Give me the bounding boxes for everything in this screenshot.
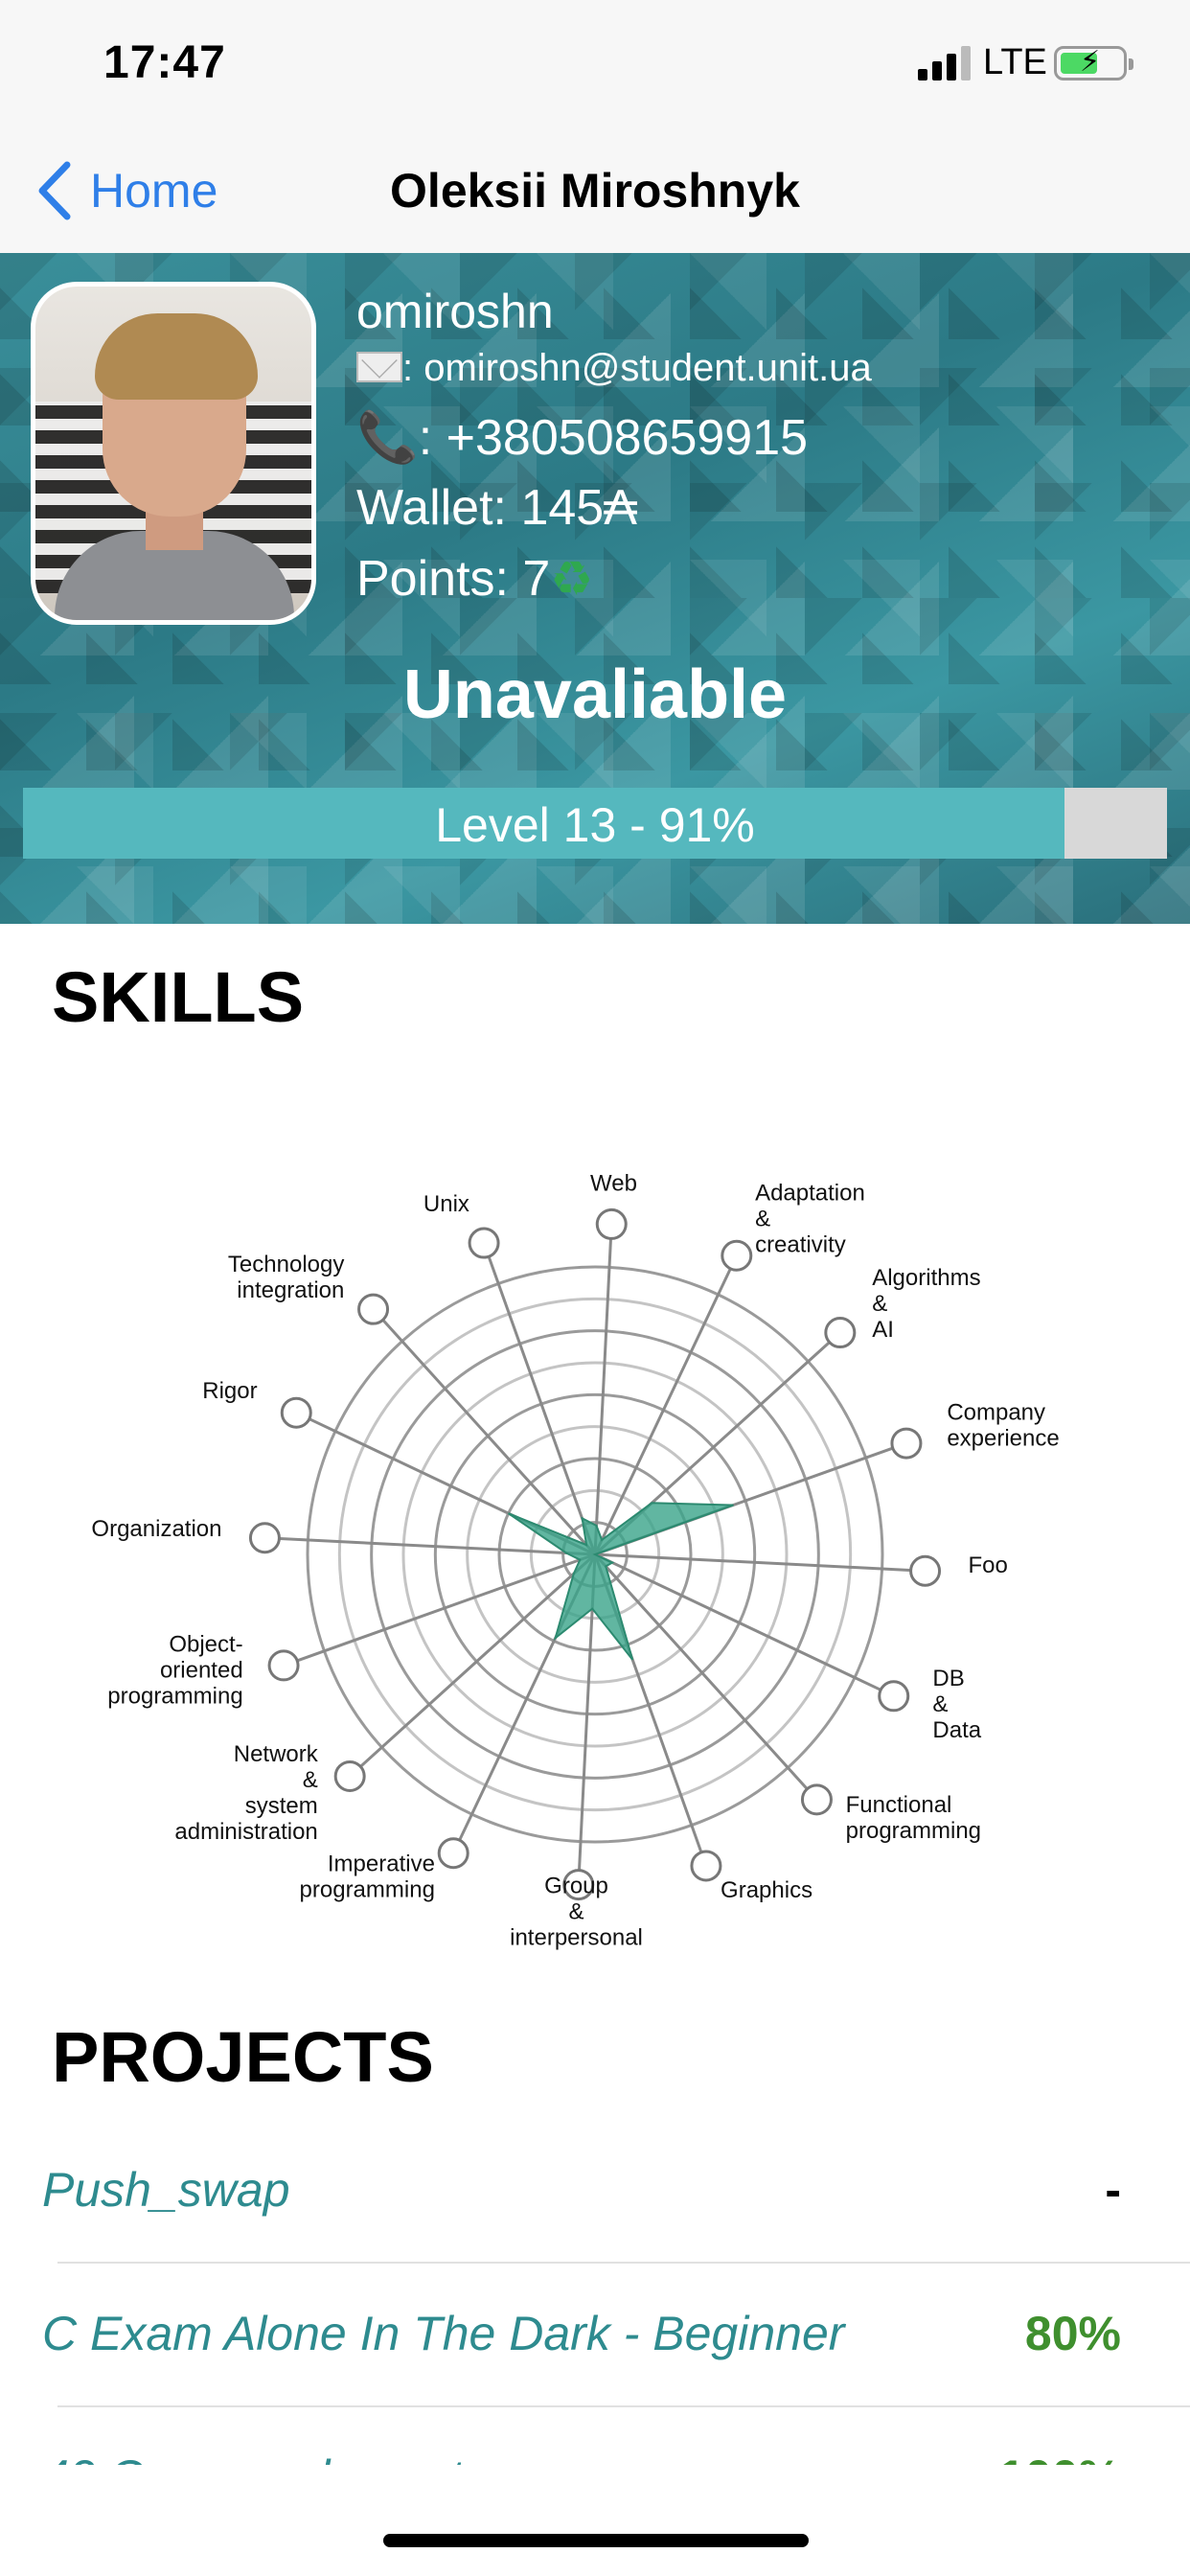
envelope-icon xyxy=(356,352,402,382)
radar-axis-label: Web xyxy=(590,1170,637,1196)
radar-axis-handle xyxy=(468,1227,500,1259)
radar-axis-label: Network & system administration xyxy=(174,1741,318,1845)
project-row[interactable]: C Exam Alone In The Dark - Beginner 80% xyxy=(0,2264,1190,2407)
radar-axis xyxy=(593,1552,808,1789)
login-label: omiroshn xyxy=(356,285,554,338)
radar-axis xyxy=(297,1552,596,1662)
radar-axis-handle xyxy=(280,1396,312,1429)
radar-axis-label: Algorithms & AI xyxy=(872,1265,980,1343)
points-row: Points: 7♻ xyxy=(356,550,593,608)
phone-icon: 📞 xyxy=(356,409,419,467)
radar-axis-label: Object-oriented programming xyxy=(107,1632,242,1710)
avatar xyxy=(31,282,316,625)
profile-header: omiroshn : omiroshn@student.unit.ua 📞: +… xyxy=(0,253,1190,924)
radar-axis-handle xyxy=(909,1554,942,1587)
project-name: Push_swap xyxy=(42,2163,290,2217)
battery-icon: ⚡ xyxy=(1054,46,1133,80)
radar-axis-label: Foo xyxy=(969,1552,1008,1578)
projects-heading: PROJECTS xyxy=(52,2017,434,2097)
radar-axis-handle xyxy=(333,1760,366,1792)
radar-axis-handle xyxy=(878,1680,910,1713)
email-row[interactable]: : omiroshn@student.unit.ua xyxy=(356,347,872,390)
radar-axis xyxy=(593,1239,612,1555)
radar-axis-handle xyxy=(248,1522,281,1554)
radar-axis-handle xyxy=(800,1783,833,1816)
radar-axis-label: Company experience xyxy=(947,1399,1059,1451)
status-time: 17:47 xyxy=(103,37,226,88)
project-row[interactable]: Push_swap - xyxy=(0,2120,1190,2264)
radar-axis xyxy=(488,1256,597,1555)
skills-radar-chart: Web Adaptation & creativityAlgorithms & AI Com… xyxy=(91,1170,1059,1951)
status-bar: 17:47 LTE ⚡ xyxy=(0,0,1190,134)
radar-axis-handle xyxy=(690,1850,722,1882)
radar-axis-handle xyxy=(890,1427,923,1460)
page-title: Oleksii Miroshnyk xyxy=(390,164,800,218)
radar-axis-handle xyxy=(267,1649,300,1682)
radar-axis-label: Unix xyxy=(423,1191,469,1217)
radar-axis-handle xyxy=(824,1317,857,1349)
signal-icon xyxy=(918,46,973,80)
recycle-icon: ♻ xyxy=(550,551,594,607)
home-indicator[interactable] xyxy=(383,2534,809,2547)
level-label: Level 13 - 91% xyxy=(435,798,755,852)
radar-axis-label: Graphics xyxy=(721,1877,812,1903)
availability-status: Unavaliable xyxy=(402,656,788,733)
radar-axis-handle xyxy=(437,1837,469,1870)
email-value: : omiroshn@student.unit.ua xyxy=(402,347,872,389)
radar-axis xyxy=(360,1552,597,1767)
radar-axis-label: Functional programming xyxy=(846,1792,981,1844)
network-label: LTE xyxy=(983,42,1047,82)
radar-axis-handle xyxy=(357,1293,390,1325)
points-label: Points: 7 xyxy=(356,551,551,607)
project-mark: - xyxy=(1105,2163,1121,2217)
project-name: C Exam Alone In The Dark - Beginner xyxy=(42,2307,845,2360)
phone-row[interactable]: 📞: +380508659915 xyxy=(356,408,808,467)
radar-axis-label: Technology integration xyxy=(228,1252,344,1303)
radar-axis-label: Rigor xyxy=(202,1378,257,1404)
radar-axis-label: Imperative programming xyxy=(300,1851,435,1902)
radar-axis xyxy=(594,1552,910,1572)
phone-value: : +380508659915 xyxy=(418,410,809,466)
level-progress-bar: Level 13 - 91% xyxy=(23,788,1167,859)
radar-axis-handle xyxy=(595,1208,628,1240)
radar-axis-label: Organization xyxy=(91,1516,221,1542)
skills-heading: SKILLS xyxy=(52,957,305,1037)
radar-axis xyxy=(594,1552,881,1691)
radar-axis xyxy=(382,1320,597,1556)
bottom-safe-area xyxy=(0,2465,1190,2576)
radar-axis-label: Adaptation & creativity xyxy=(755,1181,865,1258)
radar-axis-label: Group & interpersonal xyxy=(510,1874,643,1951)
radar-axis-handle xyxy=(721,1239,753,1272)
navigation-bar: Home Oleksii Miroshnyk xyxy=(0,134,1190,253)
wallet-label: Wallet: 145₳ xyxy=(356,480,637,536)
project-mark: 80% xyxy=(1024,2307,1121,2360)
radar-axis-label: DB & Data xyxy=(932,1666,981,1743)
